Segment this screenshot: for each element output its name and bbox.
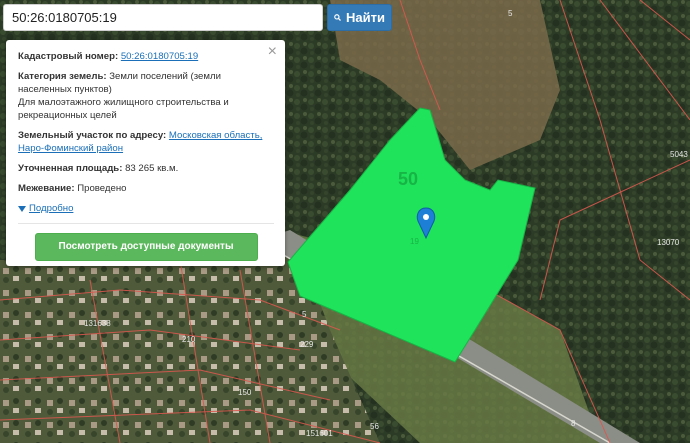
cadastral-link[interactable]: 50:26:0180705:19 [121, 51, 198, 62]
divider [18, 223, 274, 224]
cadastral-row: Кадастровый номер: 50:26:0180705:19 [18, 50, 274, 63]
search-input[interactable] [3, 4, 323, 31]
survey-value: Проведено [77, 183, 127, 194]
category-value-1: Земли поселений (земли [109, 71, 221, 82]
category-label: Категория земель: [18, 71, 107, 82]
map-label-5043: 5043 [670, 150, 688, 159]
area-label: Уточненная площадь: [18, 163, 123, 174]
map-label-151601: 151601 [306, 429, 333, 438]
map-label-5: 5 [508, 9, 513, 18]
search-button-label: Найти [346, 10, 385, 25]
address-label: Земельный участок по адресу: [18, 130, 167, 141]
details-link[interactable]: Подробно [29, 202, 73, 215]
parcel-label: 50 [398, 169, 418, 189]
map-label-8: 8 [571, 419, 576, 428]
address-link-2[interactable]: Наро-Фоминский район [18, 143, 123, 154]
survey-label: Межевание: [18, 183, 75, 194]
category-value-3: Для малоэтажного жилищного строительства… [18, 97, 229, 108]
search-icon [334, 14, 341, 21]
category-row: Категория земель: Земли поселений (земли… [18, 70, 274, 122]
map-label-210: 210 [182, 335, 196, 344]
map-label-229: 229 [300, 340, 314, 349]
address-link-1[interactable]: Московская область, [169, 130, 262, 141]
map-label-13070: 13070 [657, 238, 680, 247]
cadastral-label: Кадастровый номер: [18, 51, 119, 62]
map-label-5b: 5 [302, 310, 307, 319]
survey-row: Межевание: Проведено [18, 182, 274, 195]
address-row: Земельный участок по адресу: Московская … [18, 129, 274, 155]
close-icon[interactable]: × [268, 44, 277, 60]
details-toggle[interactable]: Подробно [18, 202, 274, 215]
category-value-2: населенных пунктов) [18, 84, 112, 95]
triangle-down-icon [18, 205, 26, 212]
map-label-150: 150 [238, 388, 252, 397]
parcel-info-panel: × Кадастровый номер: 50:26:0180705:19 Ка… [6, 40, 285, 266]
search-button[interactable]: Найти [327, 4, 392, 31]
category-value-4: рекреационных целей [18, 110, 117, 121]
map-label-131638: 131638 [84, 319, 111, 328]
area-value: 83 265 кв.м. [125, 163, 179, 174]
view-documents-button[interactable]: Посмотреть доступные документы [34, 233, 258, 261]
map-label-56: 56 [370, 422, 379, 431]
area-row: Уточненная площадь: 83 265 кв.м. [18, 162, 274, 175]
parcel-number: 19 [410, 237, 419, 246]
